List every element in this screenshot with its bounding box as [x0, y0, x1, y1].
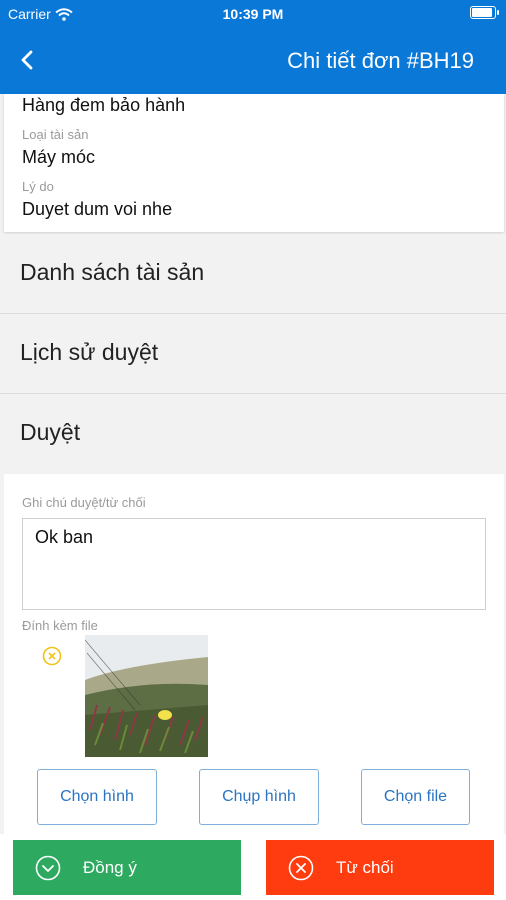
- order-info-card: Hàng đem bảo hành Loại tài sản Máy móc L…: [4, 94, 504, 232]
- reject-label: Từ chối: [336, 858, 394, 877]
- check-circle-icon: [35, 855, 61, 881]
- reason-label: Lý do: [22, 179, 54, 194]
- accept-label: Đồng ý: [83, 858, 137, 877]
- bottom-action-bar: Đồng ý Từ chối: [0, 834, 506, 900]
- section-asset-list[interactable]: Danh sách tài sản: [0, 234, 506, 314]
- accept-button[interactable]: Đồng ý: [13, 840, 241, 895]
- section-approve-label: Duyệt: [20, 419, 81, 445]
- status-bar: Carrier 10:39 PM: [0, 0, 506, 28]
- section-approve[interactable]: Duyệt: [0, 394, 506, 474]
- attachment-thumbnail[interactable]: [85, 635, 208, 757]
- take-photo-button[interactable]: Chụp hình: [199, 769, 319, 825]
- approve-panel: Ghi chú duyệt/từ chối Ok ban Đính kèm fi…: [4, 474, 504, 834]
- close-circle-icon: [288, 855, 314, 881]
- status-time: 10:39 PM: [222, 6, 284, 22]
- page-title: Chi tiết đơn #BH19: [287, 48, 474, 73]
- section-approval-history-label: Lịch sử duyệt: [20, 339, 159, 365]
- asset-type-label: Loại tài sản: [22, 127, 89, 142]
- note-textarea[interactable]: Ok ban: [22, 518, 486, 610]
- back-chevron-icon[interactable]: [14, 46, 42, 74]
- reason-value: Duyet dum voi nhe: [22, 199, 173, 219]
- battery-icon: [470, 6, 499, 19]
- section-approval-history[interactable]: Lịch sử duyệt: [0, 314, 506, 394]
- asset-type-value: Máy móc: [22, 147, 96, 167]
- attach-label: Đính kèm file: [22, 618, 98, 633]
- reject-button[interactable]: Từ chối: [266, 840, 494, 895]
- nav-bar: Chi tiết đơn #BH19: [0, 28, 506, 94]
- section-asset-list-label: Danh sách tài sản: [20, 259, 205, 285]
- note-label: Ghi chú duyệt/từ chối: [22, 495, 146, 510]
- choose-image-button[interactable]: Chọn hình: [37, 769, 157, 825]
- choose-file-button[interactable]: Chọn file: [361, 769, 470, 825]
- remove-attachment-icon[interactable]: [42, 646, 62, 666]
- warranty-value: Hàng đem bảo hành: [22, 95, 186, 115]
